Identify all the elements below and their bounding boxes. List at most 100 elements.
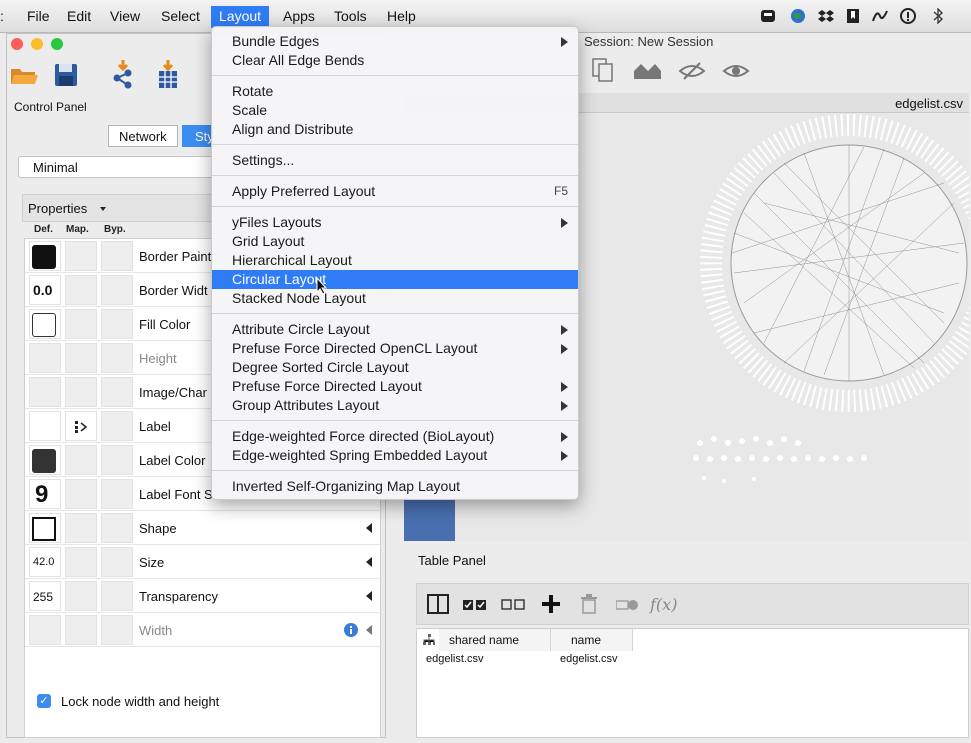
select-all-icon[interactable]: [463, 599, 487, 611]
delete-column-icon[interactable]: [616, 598, 638, 612]
mapping-cell[interactable]: [65, 309, 97, 339]
default-cell[interactable]: [29, 411, 61, 441]
close-window-button[interactable]: [11, 38, 23, 50]
import-table-icon[interactable]: [153, 60, 183, 90]
zoom-window-button[interactable]: [51, 38, 63, 50]
menu-select[interactable]: Select: [161, 8, 200, 24]
tab-network[interactable]: Network: [108, 125, 178, 147]
add-icon[interactable]: [541, 594, 561, 614]
expand-arrow-icon[interactable]: [366, 523, 372, 533]
copy-network-icon[interactable]: [590, 57, 616, 83]
show-icon[interactable]: [722, 61, 750, 81]
mapping-cell[interactable]: [65, 547, 97, 577]
menu-item-group-attributes-layout[interactable]: Group Attributes Layout: [212, 396, 578, 415]
bypass-cell[interactable]: [101, 615, 133, 645]
menu-item-attribute-circle-layout[interactable]: Attribute Circle Layout: [212, 320, 578, 339]
bypass-cell[interactable]: [101, 343, 133, 373]
menu-item-apply-preferred-layout[interactable]: Apply Preferred Layout: [212, 182, 578, 201]
home-icon[interactable]: [632, 61, 662, 81]
trash-icon[interactable]: [580, 594, 598, 614]
property-row-width[interactable]: Width: [25, 613, 382, 647]
default-cell[interactable]: [29, 309, 61, 339]
bluetooth-icon[interactable]: [930, 8, 946, 24]
default-cell[interactable]: 42.0: [29, 547, 61, 577]
bypass-cell[interactable]: [101, 241, 133, 271]
info-icon[interactable]: [900, 8, 916, 24]
import-network-icon[interactable]: [108, 60, 138, 90]
bookmark-icon[interactable]: [845, 8, 861, 24]
mapping-cell[interactable]: [65, 513, 97, 543]
mapping-cell[interactable]: [65, 343, 97, 373]
minimize-window-button[interactable]: [31, 38, 43, 50]
menu-item-inverted-som-layout[interactable]: Inverted Self-Organizing Map Layout: [212, 477, 578, 496]
bypass-cell[interactable]: [101, 479, 133, 509]
tab-style[interactable]: Sty: [182, 125, 214, 147]
bypass-cell[interactable]: [101, 547, 133, 577]
menu-edit[interactable]: Edit: [67, 8, 91, 24]
default-cell[interactable]: [29, 445, 61, 475]
bypass-cell[interactable]: [101, 309, 133, 339]
menubar-item-app-edge[interactable]: :: [0, 8, 6, 24]
menu-help[interactable]: Help: [387, 8, 416, 24]
expand-arrow-icon[interactable]: [366, 557, 372, 567]
bypass-cell[interactable]: [101, 275, 133, 305]
mapping-cell[interactable]: [65, 275, 97, 305]
menu-item-edge-weighted-spring-embedded[interactable]: Edge-weighted Spring Embedded Layout: [212, 446, 578, 465]
script-icon[interactable]: [872, 8, 888, 24]
menu-item-prefuse-force-directed-layout[interactable]: Prefuse Force Directed Layout: [212, 377, 578, 396]
column-shared-name[interactable]: shared name: [439, 629, 551, 651]
menu-apps[interactable]: Apps: [283, 8, 315, 24]
column-name[interactable]: name: [551, 629, 633, 651]
mapping-cell[interactable]: [65, 479, 97, 509]
mapping-cell[interactable]: [65, 615, 97, 645]
property-row-transparency[interactable]: 255 Transparency: [25, 579, 382, 613]
menu-item-degree-sorted-circle-layout[interactable]: Degree Sorted Circle Layout: [212, 358, 578, 377]
menu-file[interactable]: File: [27, 8, 50, 24]
menu-item-clear-all-edge-bends[interactable]: Clear All Edge Bends: [212, 51, 578, 70]
menu-item-scale[interactable]: Scale: [212, 101, 578, 120]
menu-tools[interactable]: Tools: [334, 8, 367, 24]
globe-icon[interactable]: [790, 8, 806, 24]
bypass-cell[interactable]: [101, 445, 133, 475]
default-cell[interactable]: 255: [29, 581, 61, 611]
menu-item-edge-weighted-force-directed[interactable]: Edge-weighted Force directed (BioLayout): [212, 427, 578, 446]
mapping-cell[interactable]: [65, 581, 97, 611]
open-folder-icon[interactable]: [9, 60, 39, 90]
expand-arrow-icon[interactable]: [366, 625, 372, 635]
default-cell[interactable]: 9: [29, 479, 61, 509]
deselect-all-icon[interactable]: [501, 599, 525, 611]
lock-size-checkbox[interactable]: ✓: [37, 694, 51, 708]
menu-item-circular-layout[interactable]: Circular Layout: [212, 270, 578, 289]
style-select[interactable]: Minimal: [18, 156, 218, 178]
menu-item-stacked-node-layout[interactable]: Stacked Node Layout: [212, 289, 578, 308]
table-cell[interactable]: edgelist.csv: [426, 653, 483, 665]
menu-item-settings[interactable]: Settings...: [212, 151, 578, 170]
default-cell[interactable]: [29, 377, 61, 407]
default-cell[interactable]: [29, 241, 61, 271]
menu-view[interactable]: View: [110, 8, 140, 24]
menu-item-align-distribute[interactable]: Align and Distribute: [212, 120, 578, 139]
mapping-cell[interactable]: [65, 445, 97, 475]
hide-icon[interactable]: [678, 61, 706, 81]
default-cell[interactable]: [29, 513, 61, 543]
function-builder-icon[interactable]: f(x): [650, 595, 677, 614]
save-icon[interactable]: [51, 60, 81, 90]
menu-item-bundle-edges[interactable]: Bundle Edges: [212, 32, 578, 51]
mapping-cell[interactable]: [65, 241, 97, 271]
columns-icon[interactable]: [427, 594, 449, 614]
menu-item-yfiles-layouts[interactable]: yFiles Layouts: [212, 213, 578, 232]
menu-item-rotate[interactable]: Rotate: [212, 82, 578, 101]
default-cell[interactable]: [29, 615, 61, 645]
menu-item-prefuse-opencl-layout[interactable]: Prefuse Force Directed OpenCL Layout: [212, 339, 578, 358]
dropbox-icon[interactable]: [818, 8, 834, 24]
menu-item-hierarchical-layout[interactable]: Hierarchical Layout: [212, 251, 578, 270]
bypass-cell[interactable]: [101, 411, 133, 441]
menu-layout[interactable]: Layout: [211, 6, 270, 28]
info-icon[interactable]: [344, 623, 358, 637]
default-cell[interactable]: [29, 343, 61, 373]
app-icon[interactable]: [760, 8, 776, 24]
bypass-cell[interactable]: [101, 513, 133, 543]
property-row-shape[interactable]: Shape: [25, 511, 382, 545]
mapping-cell[interactable]: [65, 411, 97, 441]
bypass-cell[interactable]: [101, 377, 133, 407]
